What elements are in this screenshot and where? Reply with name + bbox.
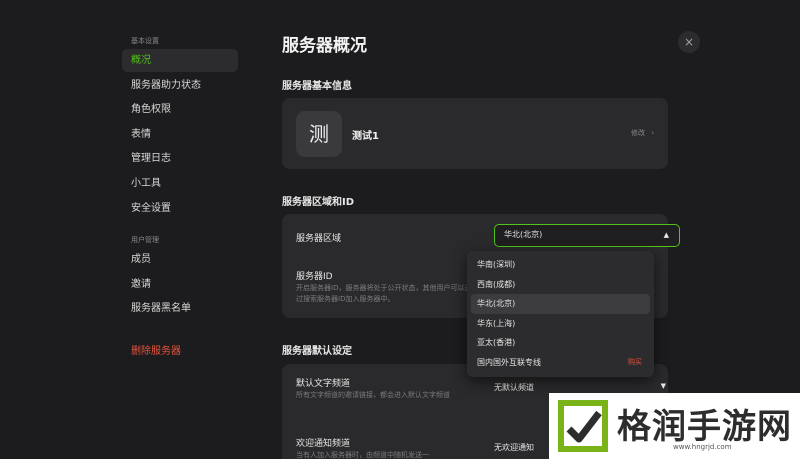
server-id-label: 服务器ID: [296, 272, 333, 282]
welcome-channel-description: 当有人加入服务器时，由频道中随机发送一: [296, 451, 429, 459]
page-title: 服务器概况: [282, 36, 367, 56]
section-title-defaults: 服务器默认设定: [282, 346, 352, 357]
settings-main: 服务器概况 × 服务器基本信息 测 测试1 修改 › 服务器区域和ID 服务器区…: [255, 0, 800, 459]
sidebar-item-tools[interactable]: 小工具: [122, 172, 238, 195]
watermark-url: www.hngrjd.com: [673, 443, 732, 451]
chevron-right-icon: ›: [651, 129, 654, 137]
option-label: 华北(北京): [477, 299, 516, 308]
region-option-cross-border[interactable]: 国内国外互联专线 购买: [471, 353, 650, 373]
settings-sidebar: 基本设置 概况 服务器助力状态 角色权限 表情 管理日志 小工具 安全设置 用户…: [0, 0, 255, 459]
sidebar-item-members[interactable]: 成员: [122, 248, 238, 271]
welcome-channel-label: 欢迎通知频道: [296, 439, 351, 449]
region-select[interactable]: 华北(北京) ▲: [494, 224, 680, 247]
caret-down-icon: ▼: [660, 382, 666, 390]
region-option-hongkong[interactable]: 亚太(香港): [471, 333, 650, 353]
region-option-shanghai[interactable]: 华东(上海): [471, 314, 650, 334]
sidebar-item-boost-status[interactable]: 服务器助力状态: [122, 74, 238, 97]
region-dropdown: 华南(深圳) 西南(成都) 华北(北京) 华东(上海) 亚太(香港) 国内国外互…: [467, 251, 654, 377]
watermark: 格润手游网 www.hngrjd.com: [549, 393, 800, 459]
watermark-text: 格润手游网: [617, 407, 792, 447]
close-icon[interactable]: ×: [678, 31, 700, 53]
option-label: 华东(上海): [477, 318, 516, 328]
region-label: 服务器区域: [296, 234, 342, 244]
region-select-value: 华北(北京): [504, 230, 543, 239]
default-channel-select[interactable]: 无默认频道 ▼: [494, 382, 666, 393]
sidebar-item-security[interactable]: 安全设置: [122, 197, 238, 220]
region-option-beijing[interactable]: 华北(北京): [471, 294, 650, 314]
option-label: 国内国外互联专线: [477, 357, 541, 367]
option-label: 西南(成都): [477, 279, 516, 289]
sidebar-item-invites[interactable]: 邀请: [122, 273, 238, 296]
edit-label: 修改: [630, 129, 645, 137]
watermark-logo-icon: [558, 400, 608, 452]
sidebar-item-roles[interactable]: 角色权限: [122, 98, 238, 121]
server-avatar[interactable]: 测: [296, 111, 342, 157]
sidebar-item-blacklist[interactable]: 服务器黑名单: [122, 297, 238, 320]
server-info-card: 测 测试1 修改 ›: [282, 98, 668, 169]
server-id-description: 开启服务器ID，服务器将处于公开状态，其他用户可以通过搜索服务器ID加入服务器中…: [296, 284, 472, 303]
default-channel-label: 默认文字频道: [296, 379, 351, 389]
sidebar-group-users: 用户管理: [131, 236, 159, 244]
sidebar-item-emoji[interactable]: 表情: [122, 123, 238, 146]
section-title-basic-info: 服务器基本信息: [282, 81, 352, 92]
default-channel-value: 无默认频道: [494, 383, 534, 392]
region-option-chengdu[interactable]: 西南(成都): [471, 275, 650, 295]
option-label: 华南(深圳): [477, 260, 516, 269]
region-option-shenzhen[interactable]: 华南(深圳): [471, 255, 650, 275]
default-channel-description: 所有文字频道的邀请链接，都会进入默认文字频道: [296, 391, 450, 399]
section-title-region: 服务器区域和ID: [282, 197, 355, 208]
welcome-channel-value: 无欢迎通知: [494, 443, 534, 452]
purchase-badge[interactable]: 购买: [628, 353, 642, 373]
caret-up-icon: ▲: [663, 231, 669, 239]
option-label: 亚太(香港): [477, 338, 516, 347]
sidebar-item-overview[interactable]: 概况: [122, 49, 238, 72]
sidebar-group-basic: 基本设置: [131, 37, 159, 45]
sidebar-item-audit-log[interactable]: 管理日志: [122, 147, 238, 170]
server-name: 测试1: [352, 131, 379, 142]
edit-server-link[interactable]: 修改 ›: [631, 128, 654, 138]
delete-server-button[interactable]: 删除服务器: [122, 340, 238, 363]
